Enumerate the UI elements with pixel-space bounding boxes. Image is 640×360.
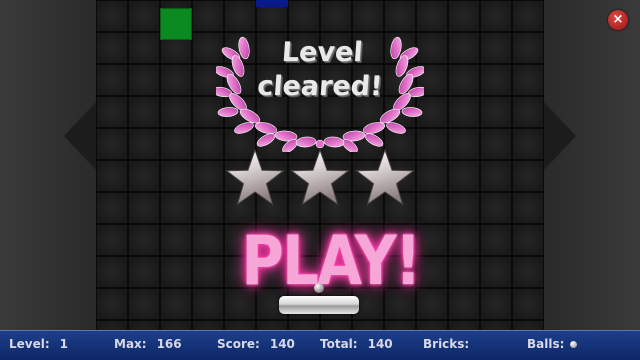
bricks-label: Bricks: (423, 337, 470, 351)
title-line-1: Level (280, 37, 364, 68)
balls-remaining (570, 337, 578, 351)
close-icon: × (612, 12, 624, 27)
status-bar: Level: 1 Max: 166 Score: 140 Total: 140 Bric… (0, 330, 640, 360)
right-wall-notch (544, 102, 576, 170)
stat-level: Level: 1 (9, 337, 68, 351)
stat-bricks: Bricks: (423, 337, 479, 351)
star-icon (291, 149, 349, 205)
score-value: 140 (269, 337, 295, 351)
star-icon (356, 149, 414, 205)
level-cleared-title: Level cleared! (244, 36, 399, 104)
left-wall-notch (64, 102, 96, 170)
paddle[interactable] (279, 296, 359, 314)
balls-label: Balls: (527, 337, 565, 351)
star-rating (226, 149, 414, 205)
title-line-2: cleared! (256, 71, 384, 102)
total-label: Total: (320, 337, 358, 351)
score-label: Score: (217, 337, 260, 351)
ball-icon (570, 341, 578, 348)
total-value: 140 (367, 337, 393, 351)
stat-max: Max: 166 (114, 337, 182, 351)
close-button[interactable]: × (608, 10, 628, 30)
brick-green (160, 8, 192, 40)
stat-balls: Balls: (527, 337, 578, 351)
level-value: 1 (59, 337, 69, 351)
ball (314, 283, 324, 293)
level-label: Level: (9, 337, 50, 351)
brick-blue (256, 0, 288, 7)
stat-total: Total: 140 (320, 337, 393, 351)
max-value: 166 (156, 337, 182, 351)
star-icon (226, 149, 284, 205)
stat-score: Score: 140 (217, 337, 295, 351)
max-label: Max: (114, 337, 147, 351)
